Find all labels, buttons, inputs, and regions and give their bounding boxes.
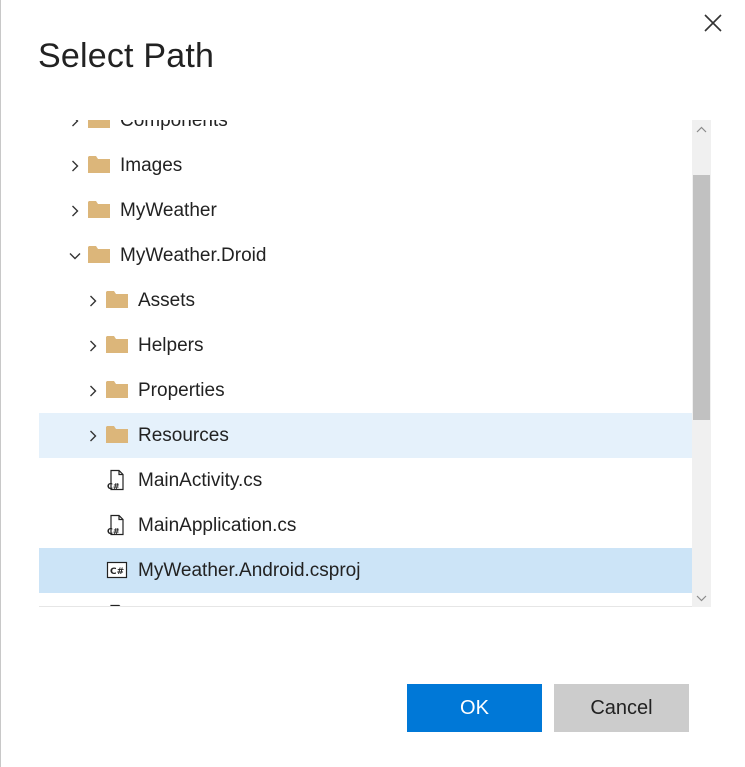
tree-row-packages-config[interactable]: packages.config [39,593,692,607]
tree-row-mainactivity-cs[interactable]: C# MainActivity.cs [39,458,692,503]
chevron-right-icon[interactable] [86,294,100,308]
folder-icon [87,199,111,221]
csproj-file-icon: C# [105,559,129,581]
csharp-file-icon: C# [105,469,129,491]
tree-item-label: Images [120,154,183,176]
svg-text:C#: C# [107,482,120,491]
tree-scrollbar[interactable] [692,120,711,607]
folder-icon [87,154,111,176]
tree-row-myweather[interactable]: MyWeather [39,188,692,233]
tree-item-label: Properties [138,379,225,401]
tree-item-label: Resources [138,424,229,446]
chevron-right-icon[interactable] [86,429,100,443]
tree-row-images[interactable]: Images [39,143,692,188]
folder-icon [105,334,129,356]
tree-row-helpers[interactable]: Helpers [39,323,692,368]
svg-text:C#: C# [110,567,124,577]
tree-item-label: Helpers [138,334,204,356]
scroll-down-button[interactable] [692,589,711,607]
chevron-down-icon [696,595,707,601]
close-icon [704,14,722,32]
ok-button[interactable]: OK [407,684,542,732]
tree-item-label: MainActivity.cs [138,469,263,491]
tree-item-label: MyWeather [120,199,217,221]
chevron-down-icon[interactable] [68,249,82,263]
tree-row-properties[interactable]: Properties [39,368,692,413]
scrollbar-thumb[interactable] [693,175,710,420]
cancel-button[interactable]: Cancel [554,684,689,732]
folder-icon [87,244,111,266]
tree-row-assets[interactable]: Assets [39,278,692,323]
chevron-up-icon [696,126,707,132]
tree-item-label: MainApplication.cs [138,514,297,536]
chevron-right-icon[interactable] [68,159,82,173]
tree-row-components[interactable]: Components [39,120,692,143]
folder-icon [87,120,111,131]
chevron-right-icon[interactable] [86,384,100,398]
tree-row-myweather-android-csproj[interactable]: C# MyWeather.Android.csproj [39,548,692,593]
tree-item-label: Assets [138,289,196,311]
tree-item-label: Components [120,120,228,131]
scroll-up-button[interactable] [692,120,711,138]
folder-tree[interactable]: Components Images MyWeather MyWeather.Droid… [39,120,692,607]
folder-icon [105,379,129,401]
chevron-right-icon[interactable] [68,120,82,128]
folder-icon [105,289,129,311]
tree-item-label: packages.config [138,605,275,607]
folder-icon [105,424,129,446]
tree-row-mainapplication-cs[interactable]: C# MainApplication.cs [39,503,692,548]
tree-item-label: MyWeather.Droid [120,244,267,266]
dialog-title: Select Path [38,37,215,75]
chevron-right-icon[interactable] [68,204,82,218]
file-icon [105,604,129,606]
tree-item-label: MyWeather.Android.csproj [138,559,361,581]
chevron-right-icon[interactable] [86,339,100,353]
tree-row-resources[interactable]: Resources [39,413,692,458]
csharp-file-icon: C# [105,514,129,536]
select-path-dialog: Select Path Components Images MyWeather MyW… [0,0,745,767]
close-button[interactable] [698,8,728,38]
svg-text:C#: C# [107,527,120,536]
tree-row-myweather-droid[interactable]: MyWeather.Droid [39,233,692,278]
